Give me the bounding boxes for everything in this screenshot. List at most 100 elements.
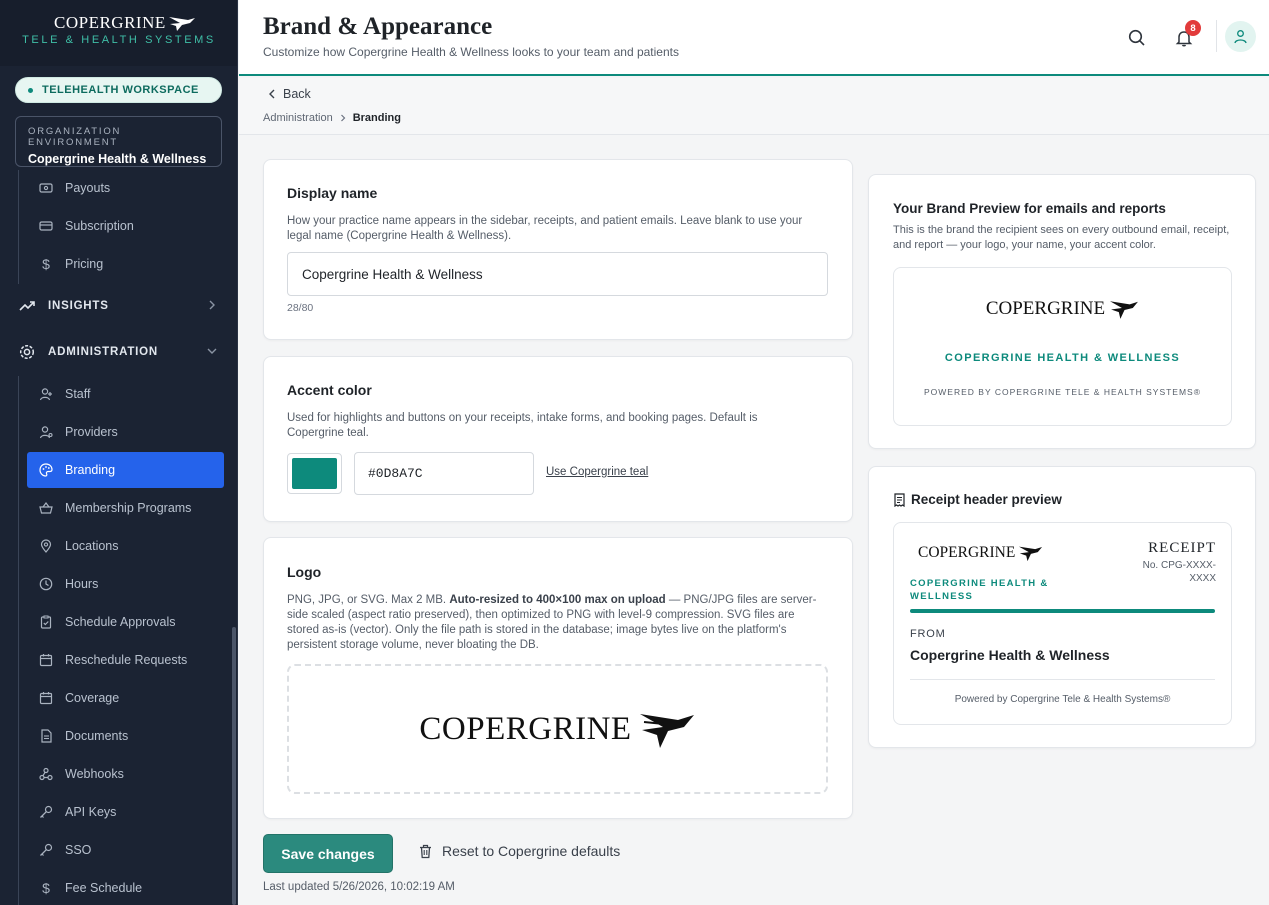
use-default-teal-link[interactable]: Use Copergrine teal	[546, 466, 648, 478]
sidebar-item-label: Locations	[65, 539, 119, 553]
notification-badge: 8	[1185, 20, 1201, 36]
organization-selector[interactable]: ORGANIZATION ENVIRONMENT Copergrine Heal…	[15, 116, 222, 167]
chevron-right-icon	[206, 299, 218, 314]
gear-icon	[18, 343, 36, 361]
trash-icon	[420, 844, 431, 858]
sidebar-item-label: Schedule Approvals	[65, 615, 176, 629]
sidebar-item-documents[interactable]: Documents	[27, 718, 224, 754]
sidebar-item-label: Membership Programs	[65, 501, 192, 515]
color-swatch-picker[interactable]	[287, 453, 342, 494]
accent-color-description: Used for highlights and buttons on your …	[287, 412, 758, 439]
receipt-org-line: COPERGRINE HEALTH &	[910, 578, 1049, 589]
pin-icon	[38, 538, 54, 554]
receipt-label: RECEIPT	[1148, 540, 1216, 556]
notifications-button[interactable]: 8	[1170, 20, 1201, 52]
display-name-description: How your practice name appears in the si…	[287, 215, 803, 242]
sidebar-item-staff[interactable]: Staff	[27, 376, 224, 412]
webhook-icon	[38, 766, 54, 782]
provider-icon	[38, 424, 54, 440]
sidebar-item-sso[interactable]: SSO	[27, 832, 224, 868]
sidebar-item-providers[interactable]: Providers	[27, 414, 224, 450]
save-button[interactable]: Save changes	[263, 834, 393, 873]
sidebar-item-schedule-approvals[interactable]: Schedule Approvals	[27, 604, 224, 640]
logo-description: PNG, JPG, or SVG. Max 2 MB. Auto-resized…	[287, 593, 817, 653]
sidebar-item-subscription[interactable]: Subscription	[27, 208, 224, 244]
sidebar-item-locations[interactable]: Locations	[27, 528, 224, 564]
sidebar-item-label: SSO	[65, 843, 92, 857]
sidebar-item-label: API Keys	[65, 805, 117, 819]
brand-wordmark: COPERGRINE	[54, 13, 166, 32]
logo-dropzone[interactable]: COPERGRINE	[287, 664, 828, 794]
sidebar-item-label: Branding	[65, 463, 116, 477]
receipt-number-line: No. CPG-XXXX-	[1142, 560, 1216, 571]
payouts-icon	[38, 180, 54, 196]
receipt-icon	[894, 492, 905, 507]
breadcrumb-branding: Branding	[352, 112, 401, 124]
reset-defaults-label: Reset to Copergrine defaults	[442, 843, 621, 859]
subheader: Back Administration Branding	[239, 78, 1269, 135]
sidebar-item-membership-programs[interactable]: Membership Programs	[27, 490, 224, 526]
back-button[interactable]: Back	[267, 87, 311, 101]
calendar-icon	[38, 690, 54, 706]
display-name-title: Display name	[287, 185, 378, 201]
sidebar-item-hours[interactable]: Hours	[27, 566, 224, 602]
sidebar-item-reschedule-requests[interactable]: Reschedule Requests	[27, 642, 224, 678]
org-name: Copergrine Health & Wellness	[28, 152, 207, 166]
sidebar-section-insights[interactable]: INSIGHTS	[18, 294, 218, 318]
key-icon	[38, 804, 54, 820]
nav-guide-line	[18, 376, 19, 905]
reset-defaults-button[interactable]: Reset to Copergrine defaults	[418, 843, 620, 859]
section-label: ADMINISTRATION	[48, 346, 159, 358]
trending-up-icon	[18, 297, 36, 315]
receipt-accent-bar	[910, 609, 1215, 613]
sidebar-item-label: Fee Schedule	[65, 881, 143, 895]
sidebar-item-label: Payouts	[65, 181, 111, 195]
sidebar-item-fee-schedule[interactable]: $ Fee Schedule	[27, 870, 224, 905]
sidebar-item-pricing[interactable]: $ Pricing	[27, 246, 224, 282]
receipt-from-name: Copergrine Health & Wellness	[910, 647, 1110, 663]
workspace-switcher[interactable]: TELEHEALTH WORKSPACE	[15, 77, 222, 103]
sidebar: COPERGRINE TELE & HEALTH SYSTEMS TELEHEA…	[0, 0, 238, 905]
clock-icon	[38, 576, 54, 592]
sidebar-brand[interactable]: COPERGRINE TELE & HEALTH SYSTEMS	[0, 0, 237, 66]
brand-tagline: TELE & HEALTH SYSTEMS	[22, 34, 216, 46]
sidebar-scrollbar[interactable]	[232, 627, 236, 905]
falcon-logo-icon	[1110, 301, 1139, 319]
sidebar-item-branding[interactable]: Branding	[27, 452, 224, 488]
brand-preview-wordmark: COPERGRINE	[985, 298, 1106, 319]
user-icon	[38, 386, 54, 402]
search-icon	[1128, 29, 1145, 46]
sidebar-item-label: Hours	[65, 577, 99, 591]
status-dot	[28, 87, 33, 93]
user-avatar[interactable]	[1225, 21, 1256, 52]
receipt-logo: COPERGRINE	[918, 544, 1043, 562]
display-name-input[interactable]	[287, 252, 828, 296]
receipt-meta: RECEIPT No. CPG-XXXX- XXXX	[1143, 540, 1216, 585]
receipt-preview-box: COPERGRINE COPERGRINE HEALTH & WELLNESS …	[893, 522, 1232, 725]
logo-card: Logo PNG, JPG, or SVG. Max 2 MB. Auto-re…	[263, 537, 853, 819]
breadcrumb-administration[interactable]: Administration	[263, 112, 333, 124]
sidebar-item-label: Coverage	[65, 691, 120, 705]
brand-preview-logo: COPERGRINE	[894, 298, 1231, 320]
falcon-logo-icon	[639, 714, 694, 748]
sidebar-item-coverage[interactable]: Coverage	[27, 680, 224, 716]
page-title: Brand & Appearance	[263, 13, 493, 40]
sidebar-item-label: Reschedule Requests	[65, 653, 188, 667]
sidebar-item-payouts[interactable]: Payouts	[27, 170, 224, 206]
accent-color-title: Accent color	[287, 382, 372, 398]
receipt-divider	[910, 679, 1215, 680]
receipt-org-line: WELLNESS	[910, 591, 974, 602]
sidebar-item-webhooks[interactable]: Webhooks	[27, 756, 224, 792]
receipt-preview-heading: Receipt header preview	[893, 492, 1062, 507]
sidebar-section-administration[interactable]: ADMINISTRATION	[18, 340, 218, 364]
basket-icon	[38, 500, 54, 516]
sidebar-item-label: Staff	[65, 387, 91, 401]
sidebar-item-label: Subscription	[65, 219, 134, 233]
dollar-icon: $	[42, 880, 50, 896]
sidebar-item-api-keys[interactable]: API Keys	[27, 794, 224, 830]
logo-title: Logo	[287, 564, 322, 580]
org-label: ORGANIZATION ENVIRONMENT	[28, 126, 122, 148]
user-icon	[1234, 30, 1247, 44]
hex-color-input[interactable]	[354, 452, 534, 495]
search-button[interactable]	[1123, 24, 1151, 52]
